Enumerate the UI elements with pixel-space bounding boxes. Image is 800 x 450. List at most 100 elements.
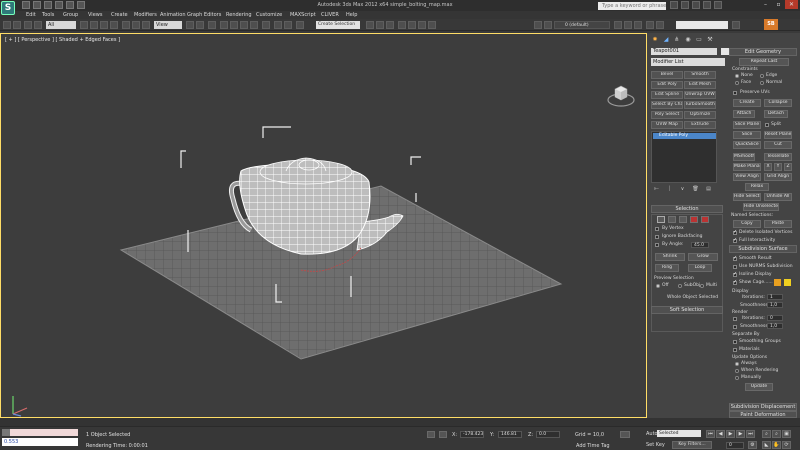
close-icon[interactable]: ✕ — [785, 0, 798, 9]
play-icon[interactable]: ▶ — [726, 430, 735, 438]
preview-off-radio[interactable] — [656, 284, 660, 288]
layer-current-button[interactable] — [634, 21, 642, 29]
angle-snap-button[interactable] — [230, 21, 238, 29]
select-link-button[interactable] — [24, 21, 32, 29]
z-coord-field[interactable]: 0.0 — [536, 431, 560, 438]
transform-gizmo[interactable] — [12, 396, 28, 417]
key-selection-dropdown[interactable]: Selected — [657, 430, 701, 437]
paste-button[interactable]: Paste — [764, 220, 792, 228]
search-icon[interactable] — [670, 1, 678, 9]
layer-select-button[interactable] — [614, 21, 622, 29]
remove-modifier-icon[interactable]: 🗑 — [692, 186, 699, 193]
render-iterations-checkbox[interactable] — [733, 317, 737, 321]
add-time-tag-button[interactable]: Add Time Tag — [576, 443, 610, 449]
modifier-button[interactable]: Smooth — [684, 71, 716, 79]
layer-props-button[interactable] — [624, 21, 632, 29]
absolute-mode-icon[interactable] — [439, 431, 447, 438]
workspace-dropdown[interactable] — [676, 21, 728, 29]
quickslice-button[interactable]: QuickSlice — [733, 141, 761, 149]
display-iterations-spinner[interactable]: 1 — [767, 294, 783, 300]
snaps-toggle-button[interactable] — [220, 21, 228, 29]
goto-end-icon[interactable]: ⏭ — [746, 430, 755, 438]
menu-create[interactable]: Create — [111, 12, 128, 18]
graphite-toggle-button[interactable] — [366, 21, 374, 29]
planar-z-button[interactable]: Z — [784, 163, 792, 171]
constraint-none-radio[interactable] — [735, 74, 739, 78]
by-angle-spinner[interactable]: 45.0 — [691, 242, 709, 248]
undo-button[interactable] — [3, 21, 11, 29]
y-coord-field[interactable]: 146.81 — [498, 431, 522, 438]
named-selection-field[interactable]: Create Selection — [316, 21, 360, 29]
prev-frame-icon[interactable]: ◀ — [716, 430, 725, 438]
ignore-backfacing-checkbox[interactable] — [655, 235, 659, 239]
preview-subobj-radio[interactable] — [678, 284, 682, 288]
shrink-button[interactable]: Shrink — [655, 253, 685, 261]
undo-icon[interactable] — [55, 1, 63, 9]
menu-cliver[interactable]: CLIVER — [321, 12, 339, 18]
constraint-normal-radio[interactable] — [760, 81, 764, 85]
perspective-viewport[interactable]: [ + ] [ Perspective ] [ Shaded + Edged F… — [0, 33, 647, 418]
make-unique-icon[interactable]: ∨ — [679, 186, 686, 193]
curve-editor-button[interactable] — [376, 21, 384, 29]
menu-views[interactable]: Views — [88, 12, 102, 18]
modifier-list-dropdown[interactable]: Modifier List — [651, 58, 725, 66]
communication-icon[interactable] — [692, 1, 700, 9]
subdivision-displacement-header[interactable]: Subdivision Displacement — [729, 403, 797, 411]
set-key-button[interactable]: Set Key — [646, 442, 665, 448]
modifier-button[interactable]: Edit Mesh — [684, 81, 716, 89]
manipulate-button[interactable] — [196, 21, 204, 29]
attach-button[interactable]: Attach — [733, 110, 755, 118]
listener-toggle-button[interactable] — [2, 429, 10, 436]
reset-plane-button[interactable]: Reset Plane — [764, 131, 792, 139]
align-button[interactable] — [284, 21, 292, 29]
zoom-all-icon[interactable]: ⌕ — [772, 430, 781, 438]
menu-animation[interactable]: Animation — [160, 12, 186, 18]
next-frame-icon[interactable]: ▶ — [736, 430, 745, 438]
layer-dropdown[interactable]: 0 (default) — [554, 21, 610, 29]
x-coord-field[interactable]: -178.423 — [460, 431, 484, 438]
window-crossing-button[interactable] — [110, 21, 118, 29]
split-checkbox[interactable] — [765, 123, 769, 127]
by-angle-checkbox[interactable] — [655, 243, 659, 247]
delete-isolated-checkbox[interactable] — [733, 229, 737, 235]
unhide-all-button[interactable]: Unhide All — [764, 193, 792, 201]
layer-manager-button[interactable] — [296, 21, 304, 29]
loop-button[interactable]: Loop — [688, 264, 712, 272]
stack-item-editable-poly[interactable]: Editable Poly — [653, 133, 716, 139]
mirror-button[interactable] — [274, 21, 282, 29]
schematic-view-button[interactable] — [386, 21, 394, 29]
soft-selection-rollout-header[interactable]: Soft Selection — [651, 306, 723, 314]
redo-icon[interactable] — [66, 1, 74, 9]
show-cage-checkbox[interactable] — [733, 279, 737, 285]
render-iterations-spinner[interactable]: 0 — [767, 315, 783, 321]
view-align-button[interactable]: View Align — [733, 173, 761, 181]
select-object-button[interactable] — [80, 21, 88, 29]
subdivision-surface-header[interactable]: Subdivision Surface — [729, 245, 797, 253]
favorites-icon[interactable] — [703, 1, 711, 9]
element-mode-icon[interactable] — [701, 216, 709, 223]
grid-align-button[interactable]: Grid Align — [764, 173, 792, 181]
configure-sets-icon[interactable]: ▤ — [705, 186, 712, 193]
timeline-track[interactable] — [0, 418, 800, 426]
menu-help[interactable]: Help — [346, 12, 357, 18]
app-menu-button[interactable]: S — [1, 1, 15, 15]
render-setup-button[interactable] — [408, 21, 416, 29]
keyboard-shortcut-button[interactable] — [208, 21, 216, 29]
constraint-edge-radio[interactable] — [760, 74, 764, 78]
show-end-result-icon[interactable]: ⏐ — [666, 186, 673, 193]
viewcube[interactable] — [606, 80, 636, 110]
material-editor-button[interactable] — [398, 21, 406, 29]
layer-toggle-button[interactable] — [534, 21, 542, 29]
planar-x-button[interactable]: X — [764, 163, 772, 171]
motion-tab-icon[interactable]: ◉ — [684, 36, 692, 43]
layer-add-button[interactable] — [544, 21, 552, 29]
menu-edit[interactable]: Edit — [26, 12, 36, 18]
preserve-uvs-checkbox[interactable] — [733, 91, 737, 95]
selection-filter-dropdown[interactable]: All — [46, 21, 76, 29]
pivot-center-button[interactable] — [186, 21, 194, 29]
zoom-icon[interactable]: ⌕ — [762, 430, 771, 438]
update-rendering-radio[interactable] — [735, 369, 739, 373]
edge-mode-icon[interactable] — [668, 216, 676, 223]
menu-modifiers[interactable]: Modifiers — [134, 12, 157, 18]
cage-selected-color-swatch[interactable] — [784, 279, 791, 286]
